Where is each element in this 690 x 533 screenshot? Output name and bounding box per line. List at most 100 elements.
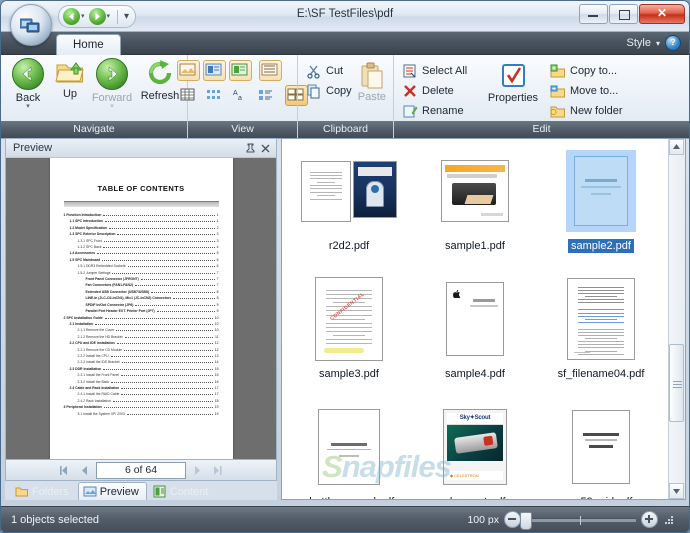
- scissors-icon: [306, 63, 322, 79]
- cut-button[interactable]: Cut: [304, 61, 357, 80]
- chevron-down-icon[interactable]: ▾: [656, 39, 660, 48]
- tab-home[interactable]: Home: [56, 34, 121, 55]
- close-icon[interactable]: [259, 142, 272, 155]
- new-folder-button[interactable]: New folder: [548, 101, 628, 120]
- copy-to-label: Copy to...: [570, 64, 618, 77]
- paste-button[interactable]: Paste: [357, 58, 387, 103]
- toc-dot-leader: [124, 336, 213, 338]
- resize-grip[interactable]: [663, 514, 675, 526]
- file-name: sample1.pdf: [445, 240, 505, 252]
- copy-button[interactable]: Copy: [304, 81, 357, 100]
- toc-dot-leader: [140, 279, 215, 281]
- file-item[interactable]: Sky✦Scout◆ CELESTRON skyscout.pdf: [412, 401, 538, 499]
- toc-dot-leader: [135, 304, 215, 306]
- file-thumbnail: [318, 409, 380, 485]
- toc-dot-leader: [95, 323, 213, 325]
- rename-button[interactable]: Rename: [400, 101, 484, 120]
- minimize-button[interactable]: [579, 4, 608, 24]
- next-page-icon[interactable]: [189, 463, 206, 478]
- toc-dot-leader: [97, 253, 215, 255]
- file-item[interactable]: sample1.pdf: [412, 145, 538, 273]
- scroll-down-button[interactable]: [669, 483, 684, 499]
- file-name: sf_filename04.pdf: [557, 368, 645, 380]
- minimize-icon: [588, 15, 598, 17]
- scrollbar-thumb[interactable]: [669, 344, 684, 422]
- list-view-icon[interactable]: [203, 85, 226, 106]
- toc-dot-leader: [116, 343, 213, 345]
- document-heading: TABLE OF CONTENTS: [97, 184, 185, 193]
- zoom-out-icon[interactable]: [504, 511, 521, 528]
- tab-content-label: Content: [169, 485, 209, 498]
- zoom-slider-tick: [580, 515, 581, 525]
- first-page-icon[interactable]: [56, 463, 73, 478]
- tab-content[interactable]: Content: [149, 483, 216, 500]
- tab-folders[interactable]: Folders: [11, 483, 76, 500]
- delete-button[interactable]: Delete: [400, 81, 484, 100]
- pin-icon[interactable]: [244, 142, 257, 155]
- copy-to-button[interactable]: Copy to...: [548, 61, 628, 80]
- tiles-view-icon[interactable]: [203, 60, 226, 81]
- tab-preview[interactable]: Preview: [77, 482, 147, 500]
- forward-ribbon-button[interactable]: Forward ▾: [91, 58, 133, 110]
- prev-page-icon[interactable]: [76, 463, 93, 478]
- help-icon[interactable]: ?: [665, 35, 681, 51]
- file-thumbnail: [446, 282, 504, 356]
- zoom-control[interactable]: 100 px: [467, 511, 689, 530]
- up-label: Up: [62, 88, 78, 100]
- file-item[interactable]: r2d2.pdf: [286, 145, 412, 273]
- properties-button[interactable]: Properties: [484, 58, 542, 104]
- file-item[interactable]: shuttle-manual.pdf: [286, 401, 412, 499]
- refresh-ribbon-button[interactable]: Refresh: [139, 58, 181, 102]
- grid-view-icon[interactable]: [177, 85, 200, 106]
- close-button[interactable]: ✕: [639, 4, 685, 24]
- filmstrip-view-icon[interactable]: [229, 60, 252, 81]
- last-page-icon[interactable]: [209, 463, 226, 478]
- file-item[interactable]: sf_filename04.pdf: [538, 273, 664, 401]
- details-grid-icon[interactable]: [259, 60, 282, 81]
- view-mode-row-primary: [177, 60, 308, 81]
- back-caret-icon[interactable]: ▾: [26, 103, 30, 110]
- ribbon-group-view: Aa View: [177, 55, 308, 138]
- main-content: Preview TABLE OF CONTENTS 1 Function Int…: [1, 136, 689, 500]
- zoom-slider-track[interactable]: [520, 511, 636, 530]
- status-text: 1 objects selected: [11, 513, 100, 526]
- zoom-value: 100 px: [467, 513, 499, 526]
- up-ribbon-button[interactable]: Up: [49, 58, 91, 100]
- refresh-icon: [145, 58, 175, 88]
- file-item[interactable]: sample4.pdf: [412, 273, 538, 401]
- table-of-contents: 1 Function Introduction 1 1.1 SPC Introduc…: [64, 212, 219, 417]
- zoom-slider-handle[interactable]: [520, 511, 532, 530]
- file-list-scrollbar[interactable]: [668, 139, 685, 499]
- move-to-button[interactable]: Move to...: [548, 81, 628, 100]
- file-list-pane[interactable]: r2d2.pdf sample1.pdf sample2.pdf CONFIDENTI…: [281, 138, 686, 500]
- select-all-icon: [402, 63, 418, 79]
- file-thumbnail-wrap: [567, 273, 635, 365]
- toc-dot-leader: [110, 381, 213, 383]
- maximize-button[interactable]: [609, 4, 638, 24]
- file-thumbnail-wrap: Sky✦Scout ◆ CELESTRON: [443, 401, 507, 493]
- preview-canvas[interactable]: TABLE OF CONTENTS 1 Function Introductio…: [5, 157, 277, 460]
- file-item[interactable]: CONFIDENTIAL sample3.pdf: [286, 273, 412, 401]
- scroll-up-button[interactable]: [669, 139, 684, 155]
- title-bar: ▾ ▾ ▾ E:\SF TestFiles\pdf ✕: [1, 1, 689, 46]
- zoom-in-icon[interactable]: [641, 511, 658, 528]
- toc-dot-leader: [104, 317, 213, 319]
- file-item[interactable]: ss59 raid.pdf: [538, 401, 664, 499]
- toc-dot-leader: [124, 349, 213, 351]
- page-indicator[interactable]: 6 of 64: [96, 461, 186, 479]
- thumbnails-view-icon[interactable]: [177, 60, 200, 81]
- group-view-icon[interactable]: [255, 85, 278, 106]
- select-all-button[interactable]: Select All: [400, 61, 484, 80]
- sort-az-icon[interactable]: Aa: [229, 85, 252, 106]
- file-item[interactable]: sample2.pdf: [538, 145, 664, 273]
- folder-up-icon: [54, 58, 86, 86]
- file-thumbnail: Sky✦Scout ◆ CELESTRON: [443, 409, 507, 485]
- app-orb-button[interactable]: [10, 4, 52, 46]
- forward-caret-icon[interactable]: ▾: [110, 103, 114, 110]
- paste-label: Paste: [357, 91, 386, 103]
- back-circle-icon: [12, 58, 44, 90]
- view-mode-row-secondary: Aa: [177, 85, 308, 106]
- style-selector[interactable]: Style ▾ ?: [627, 35, 681, 51]
- back-ribbon-button[interactable]: Back ▾: [7, 58, 49, 110]
- window-controls: ✕: [578, 4, 685, 24]
